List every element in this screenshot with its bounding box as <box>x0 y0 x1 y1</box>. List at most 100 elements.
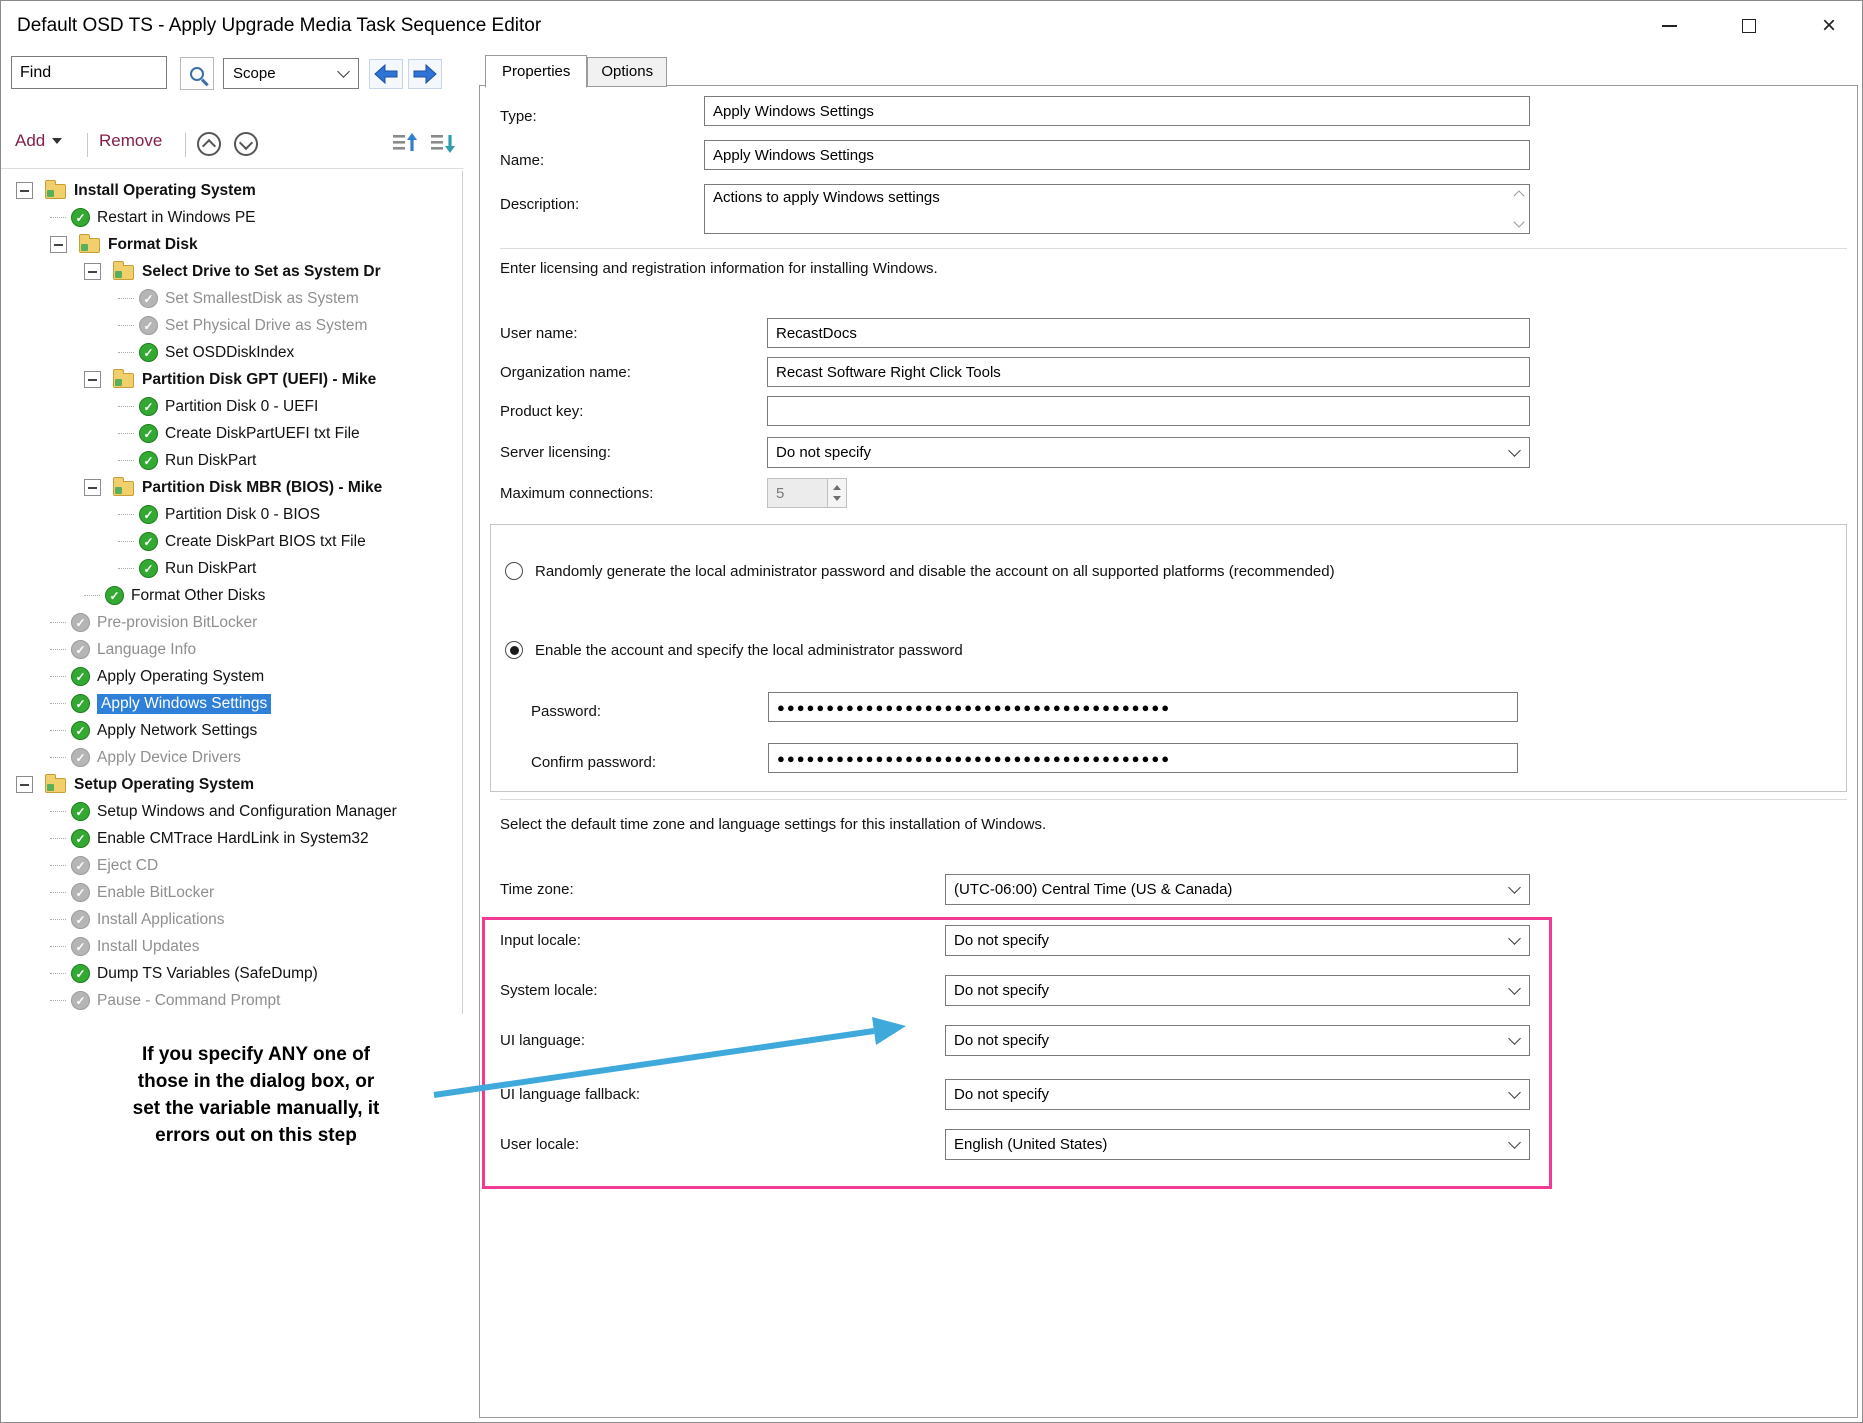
step-check-icon <box>71 802 90 821</box>
tree-item[interactable]: Pre-provision BitLocker <box>2 609 462 636</box>
tree-item[interactable]: Select Drive to Set as System Dr <box>2 258 462 285</box>
input-locale-dropdown[interactable]: Do not specify <box>945 925 1530 956</box>
tree-item[interactable]: Create DiskPartUEFI txt File <box>2 420 462 447</box>
password-field[interactable]: ●●●●●●●●●●●●●●●●●●●●●●●●●●●●●●●●●●●●●●●● <box>768 692 1518 722</box>
tree-item-label: Dump TS Variables (SafeDump) <box>97 965 318 983</box>
tree-item[interactable]: Format Other Disks <box>2 582 462 609</box>
search-icon <box>190 67 204 81</box>
add-button[interactable]: Add <box>15 131 62 151</box>
tree-connector <box>118 325 134 326</box>
ui-language-fallback-dropdown[interactable]: Do not specify <box>945 1079 1530 1110</box>
step-check-icon <box>71 694 90 713</box>
tab-properties[interactable]: Properties <box>485 55 587 88</box>
tree-item[interactable]: Install Operating System <box>2 177 462 204</box>
tree-item[interactable]: Enable BitLocker <box>2 879 462 906</box>
name-label: Name: <box>500 152 544 169</box>
type-label: Type: <box>500 108 537 125</box>
tree-item[interactable]: Pause - Command Prompt <box>2 987 462 1014</box>
organization-field[interactable]: Recast Software Right Click Tools <box>767 357 1530 387</box>
tree-item[interactable]: Partition Disk MBR (BIOS) - Mike <box>2 474 462 501</box>
close-icon: × <box>1822 14 1836 38</box>
timezone-dropdown[interactable]: (UTC-06:00) Central Time (US & Canada) <box>945 874 1530 905</box>
remove-button[interactable]: Remove <box>99 131 162 151</box>
maximize-button[interactable] <box>1734 11 1764 41</box>
tree-item[interactable]: Format Disk <box>2 231 462 258</box>
type-field[interactable]: Apply Windows Settings <box>704 96 1530 126</box>
tree-item[interactable]: Partition Disk GPT (UEFI) - Mike <box>2 366 462 393</box>
tree-item[interactable]: Run DiskPart <box>2 555 462 582</box>
expander-minus-icon[interactable] <box>16 182 33 199</box>
expander-minus-icon[interactable] <box>16 776 33 793</box>
tree-item[interactable]: Partition Disk 0 - BIOS <box>2 501 462 528</box>
search-button[interactable] <box>180 57 214 90</box>
tree-connector <box>118 568 134 569</box>
tree-connector <box>50 703 66 704</box>
tree-item[interactable]: Set OSDDiskIndex <box>2 339 462 366</box>
confirm-password-field[interactable]: ●●●●●●●●●●●●●●●●●●●●●●●●●●●●●●●●●●●●●●●● <box>768 743 1518 773</box>
scroll-down-icon[interactable] <box>1513 216 1524 227</box>
tab-options[interactable]: Options <box>587 57 667 87</box>
tree-connector <box>118 433 134 434</box>
description-field[interactable]: Actions to apply Windows settings <box>704 184 1530 234</box>
tree-item[interactable]: Eject CD <box>2 852 462 879</box>
product-key-label: Product key: <box>500 403 583 420</box>
navigate-forward-button[interactable] <box>408 59 442 89</box>
tree-item[interactable]: Apply Operating System <box>2 663 462 690</box>
tree-item[interactable]: Apply Network Settings <box>2 717 462 744</box>
find-input[interactable] <box>11 56 167 89</box>
tree-connector <box>50 676 66 677</box>
tree-item[interactable]: Install Applications <box>2 906 462 933</box>
scope-dropdown[interactable]: Scope <box>223 58 359 89</box>
spinner-buttons[interactable] <box>827 479 846 507</box>
tree-item-label: Install Operating System <box>74 182 256 200</box>
expander-minus-icon[interactable] <box>84 263 101 280</box>
tree-item[interactable]: Dump TS Variables (SafeDump) <box>2 960 462 987</box>
chevron-down-icon <box>337 65 350 78</box>
expander-minus-icon[interactable] <box>50 236 67 253</box>
tree-item-label: Partition Disk 0 - UEFI <box>165 398 318 416</box>
tree-connector <box>50 946 66 947</box>
user-name-field[interactable]: RecastDocs <box>767 318 1530 348</box>
server-licensing-value: Do not specify <box>776 444 871 461</box>
annotation-text: If you specify ANY one of those in the d… <box>76 1041 436 1149</box>
expander-minus-icon[interactable] <box>84 479 101 496</box>
tree-item[interactable]: Partition Disk 0 - UEFI <box>2 393 462 420</box>
tree-item[interactable]: Set Physical Drive as System <box>2 312 462 339</box>
radio-enable-account[interactable] <box>505 641 523 659</box>
collapse-all-button[interactable] <box>429 130 457 162</box>
minimize-button[interactable] <box>1654 11 1684 41</box>
ui-language-dropdown[interactable]: Do not specify <box>945 1025 1530 1056</box>
max-connections-value: 5 <box>768 485 827 502</box>
tree-item[interactable]: Enable CMTrace HardLink in System32 <box>2 825 462 852</box>
user-locale-label: User locale: <box>500 1136 579 1153</box>
server-licensing-dropdown[interactable]: Do not specify <box>767 437 1530 468</box>
expander-minus-icon[interactable] <box>84 371 101 388</box>
max-connections-stepper[interactable]: 5 <box>767 478 847 508</box>
tree-item[interactable]: Apply Device Drivers <box>2 744 462 771</box>
tree-item[interactable]: Restart in Windows PE <box>2 204 462 231</box>
navigate-back-button[interactable] <box>369 59 403 89</box>
close-button[interactable]: × <box>1814 11 1844 41</box>
product-key-field[interactable] <box>767 396 1530 426</box>
tree-connector <box>50 811 66 812</box>
add-button-label: Add <box>15 131 45 151</box>
properties-panel: Type: Apply Windows Settings Name: Apply… <box>479 85 1858 1418</box>
expand-all-button[interactable] <box>391 130 419 162</box>
tree-item[interactable]: Setup Operating System <box>2 771 462 798</box>
user-locale-dropdown[interactable]: English (United States) <box>945 1129 1530 1160</box>
tree-item[interactable]: Setup Windows and Configuration Manager <box>2 798 462 825</box>
radio-random-password[interactable] <box>505 562 523 580</box>
tree-item-label: Set SmallestDisk as System <box>165 290 359 308</box>
system-locale-dropdown[interactable]: Do not specify <box>945 975 1530 1006</box>
move-up-button[interactable] <box>197 132 221 156</box>
tree-item[interactable]: Create DiskPart BIOS txt File <box>2 528 462 555</box>
tree-item[interactable]: Language Info <box>2 636 462 663</box>
name-field[interactable]: Apply Windows Settings <box>704 140 1530 170</box>
move-down-button[interactable] <box>234 132 258 156</box>
tree-item[interactable]: Apply Windows Settings <box>2 690 462 717</box>
timezone-value: (UTC-06:00) Central Time (US & Canada) <box>954 881 1232 898</box>
scroll-up-icon[interactable] <box>1513 190 1524 201</box>
tree-item[interactable]: Install Updates <box>2 933 462 960</box>
tree-item[interactable]: Set SmallestDisk as System <box>2 285 462 312</box>
tree-item[interactable]: Run DiskPart <box>2 447 462 474</box>
